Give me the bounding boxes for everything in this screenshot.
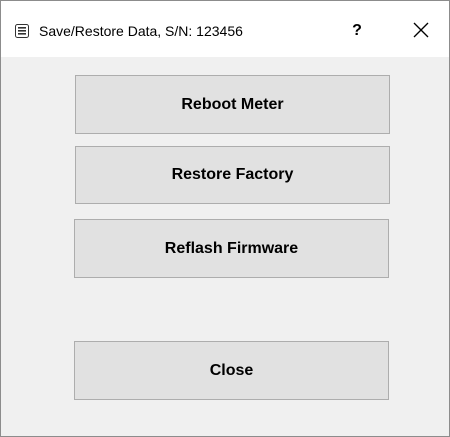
restore-factory-button[interactable]: Restore Factory (75, 146, 390, 204)
reboot-meter-button[interactable]: Reboot Meter (75, 75, 390, 134)
reflash-firmware-button[interactable]: Reflash Firmware (74, 219, 389, 278)
app-window-icon (15, 24, 29, 38)
help-button[interactable]: ? (343, 17, 371, 45)
dialog-window: Save/Restore Data, S/N: 123456 ? Reboot … (0, 0, 450, 437)
close-icon[interactable] (411, 20, 431, 40)
close-button[interactable]: Close (74, 341, 389, 400)
dialog-body: Reboot Meter Restore Factory Reflash Fir… (1, 57, 449, 436)
title-bar[interactable]: Save/Restore Data, S/N: 123456 ? (1, 1, 449, 57)
window-title: Save/Restore Data, S/N: 123456 (39, 23, 243, 39)
